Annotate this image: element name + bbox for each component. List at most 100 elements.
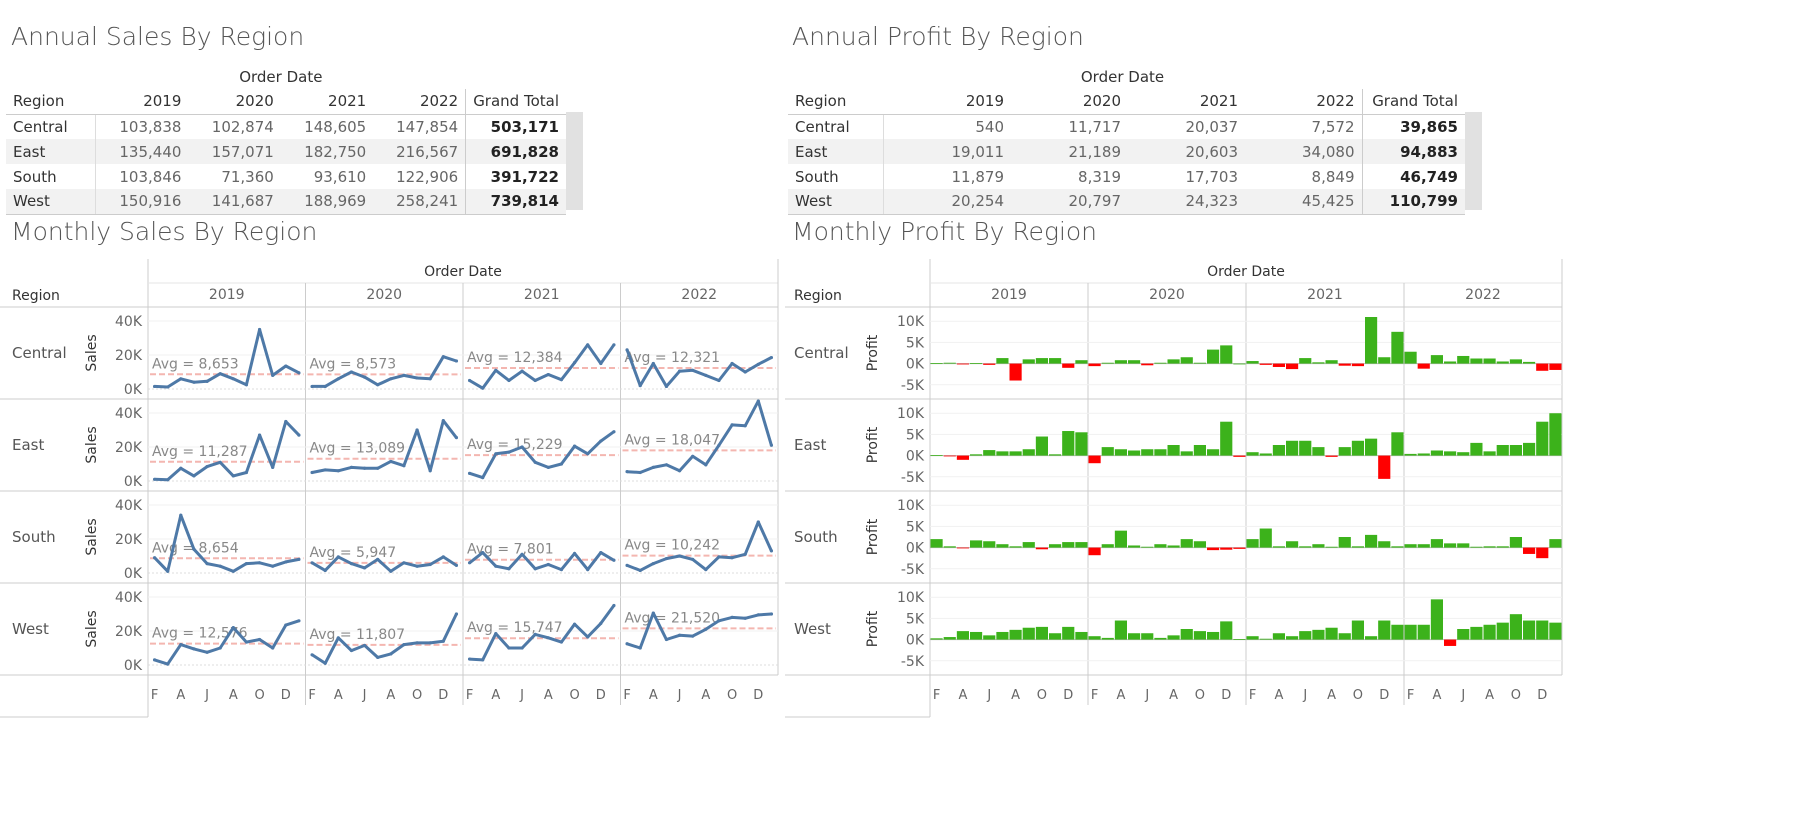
data-point: [756, 613, 760, 617]
grand-total-cell: 739,814: [465, 189, 566, 215]
order-date-header: Order Date: [1080, 68, 1165, 86]
profit-bar: [996, 451, 1009, 456]
data-point: [756, 520, 760, 524]
profit-bar: [1351, 546, 1364, 548]
profit-bar: [1378, 541, 1391, 548]
profit-bar: [1259, 363, 1272, 365]
profit-bar: [1509, 614, 1522, 640]
table-scrollbar[interactable]: [566, 112, 583, 210]
profit-bar: [1088, 636, 1101, 640]
table-cell: 148,605: [304, 117, 367, 136]
data-point: [218, 460, 222, 464]
data-point: [257, 433, 262, 437]
profit-bar: [1049, 544, 1062, 548]
profit-bar: [1312, 447, 1325, 456]
profit-bar: [983, 541, 996, 548]
data-point: [402, 373, 406, 377]
profit-bar: [1325, 455, 1338, 457]
table-cell: 103,846: [119, 167, 182, 186]
profit-bar: [1351, 440, 1364, 456]
year-header: 2021: [1307, 287, 1343, 303]
x-tick-label: O: [412, 688, 422, 703]
profit-bar: [1430, 355, 1443, 364]
x-tick-label: A: [1274, 688, 1283, 703]
profit-bar: [1312, 629, 1325, 640]
profit-bar: [1009, 629, 1022, 640]
profit-bar: [983, 635, 996, 640]
profit-bar: [1101, 637, 1114, 640]
data-point: [415, 641, 419, 645]
region-label: South: [6, 164, 97, 189]
profit-bar: [1154, 449, 1167, 456]
data-point: [586, 343, 590, 347]
profit-bar: [1457, 452, 1470, 456]
profit-bar: [1338, 537, 1351, 548]
year-header: 2022: [373, 89, 466, 115]
data-point: [231, 377, 235, 381]
profit-bar: [1299, 631, 1312, 640]
data-point: [612, 558, 616, 562]
x-tick-label: D: [753, 688, 763, 703]
data-point: [559, 378, 564, 382]
x-tick-label: J: [519, 688, 524, 703]
profit-bar: [1128, 633, 1141, 640]
data-point: [664, 556, 669, 561]
profit-bar: [1246, 361, 1259, 364]
profit-bar: [1404, 351, 1417, 364]
profit-bar: [1536, 363, 1549, 371]
data-point: [494, 631, 498, 636]
average-label: Avg = 11,807: [310, 627, 406, 643]
table-row: East 19,011 21,189 20,603 34,080 94,883: [788, 139, 1465, 164]
annual-profit-title: Annual Profit By Region: [792, 22, 1084, 51]
data-point: [638, 568, 642, 573]
y-tick-label: 0K: [124, 658, 143, 674]
x-tick-label: A: [229, 688, 238, 703]
year-header: 2020: [188, 89, 281, 115]
profit-bar: [1088, 455, 1101, 464]
x-tick-label: A: [334, 688, 343, 703]
profit-bar: [1075, 631, 1088, 640]
data-point: [257, 561, 262, 565]
data-point: [336, 377, 340, 381]
profit-bar: [1167, 359, 1180, 364]
data-point: [533, 632, 537, 636]
data-point: [376, 383, 380, 387]
region-header: Region: [794, 288, 842, 304]
profit-bar: [1220, 421, 1233, 456]
profit-bar: [930, 638, 943, 640]
profit-bar: [1114, 360, 1127, 364]
table-scrollbar[interactable]: [1465, 112, 1482, 210]
data-point: [586, 568, 590, 572]
data-point: [231, 626, 235, 630]
profit-bar: [943, 637, 956, 640]
y-tick-label: 10K: [897, 314, 925, 330]
profit-bar: [1207, 631, 1220, 640]
data-point: [546, 465, 550, 469]
profit-bar: [1470, 358, 1483, 364]
profit-bar: [1444, 451, 1457, 456]
data-point: [507, 450, 511, 454]
profit-bar: [1391, 624, 1404, 640]
profit-bar: [1286, 363, 1299, 370]
profit-bar: [1404, 544, 1417, 548]
table-cell: 24,323: [1128, 189, 1245, 215]
data-point: [179, 377, 183, 381]
profit-bar: [1536, 547, 1549, 559]
data-point: [481, 658, 485, 662]
data-point: [349, 370, 354, 374]
data-point: [638, 646, 642, 650]
x-tick-label: A: [649, 688, 658, 703]
table-row: West 20,254 20,797 24,323 45,425 110,799: [788, 189, 1465, 215]
table-cell: 8,849: [1311, 167, 1355, 186]
region-label: West: [788, 189, 884, 215]
profit-bar: [1509, 537, 1522, 548]
data-point: [428, 469, 432, 473]
data-point: [507, 646, 511, 650]
profit-bar: [1457, 543, 1470, 548]
profit-bar: [1325, 546, 1338, 548]
x-tick-label: A: [386, 688, 395, 703]
table-row: West 150,916 141,687 188,969 258,241 739…: [6, 189, 566, 215]
data-point: [625, 470, 629, 474]
data-point: [152, 384, 157, 389]
table-row: Central 540 11,717 20,037 7,572 39,865: [788, 114, 1465, 139]
